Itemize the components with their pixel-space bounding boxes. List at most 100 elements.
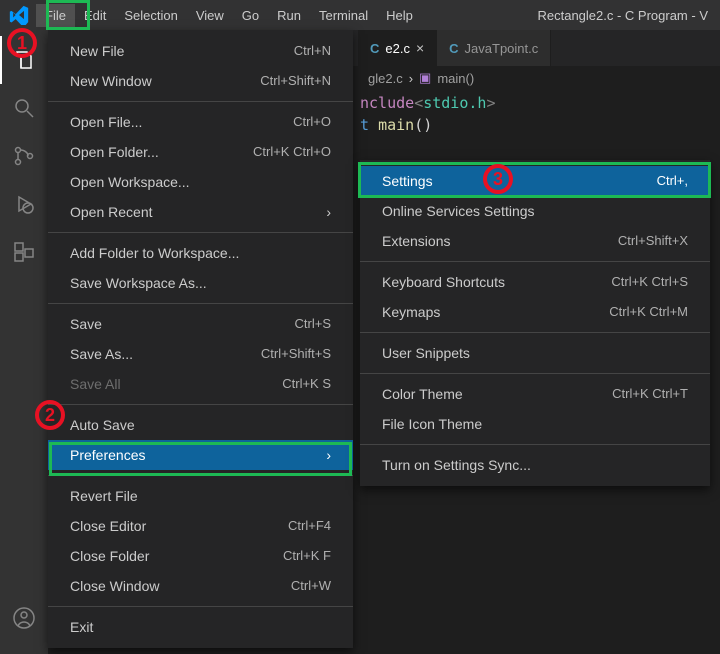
file-menu-item[interactable]: Exit [48, 612, 353, 642]
tab-rectangle2[interactable]: C e2.c × [358, 30, 437, 66]
menu-terminal[interactable]: Terminal [310, 4, 377, 27]
pref-menu-item[interactable]: KeymapsCtrl+K Ctrl+M [360, 297, 710, 327]
code-token: () [414, 116, 432, 134]
file-menu-item[interactable]: SaveCtrl+S [48, 309, 353, 339]
pref-menu-item[interactable]: Keyboard Shortcuts Ctrl+K Ctrl+S [360, 267, 710, 297]
accounts-icon[interactable] [0, 594, 48, 642]
pref-menu-item[interactable]: Turn on Settings Sync... [360, 450, 710, 480]
file-menu-separator [48, 404, 353, 405]
file-menu-item[interactable]: Close Folder Ctrl+K F [48, 541, 353, 571]
pref-menu-item[interactable]: File Icon Theme [360, 409, 710, 439]
file-menu-separator [48, 303, 353, 304]
chevron-right-icon: › [326, 445, 331, 465]
pref-menu-item[interactable]: User Snippets [360, 338, 710, 368]
file-menu-item[interactable]: Open File... Ctrl+O [48, 107, 353, 137]
file-menu-item[interactable]: Close Editor Ctrl+F4 [48, 511, 353, 541]
menu-item-label: Save Workspace As... [70, 273, 207, 293]
code-token: stdio.h [423, 94, 486, 112]
menu-item-shortcut: Ctrl+K Ctrl+O [253, 142, 331, 162]
menu-item-label: Color Theme [382, 384, 463, 404]
menu-help[interactable]: Help [377, 4, 422, 27]
menu-item-label: Keymaps [382, 302, 440, 322]
file-menu-item[interactable]: Revert File [48, 481, 353, 511]
menu-item-shortcut: Ctrl+N [294, 41, 331, 61]
file-menu-item[interactable]: Save As... Ctrl+Shift+S [48, 339, 353, 369]
menu-go[interactable]: Go [233, 4, 268, 27]
menu-item-shortcut: Ctrl+K S [282, 374, 331, 394]
menubar: File Edit Selection View Go Run Terminal… [0, 0, 720, 30]
chevron-right-icon: › [326, 202, 331, 222]
cube-icon: ▣ [419, 70, 431, 86]
tab-label: e2.c [385, 41, 410, 56]
menu-item-shortcut: Ctrl+O [293, 112, 331, 132]
file-menu-separator [48, 475, 353, 476]
menu-item-label: Open Folder... [70, 142, 159, 162]
breadcrumb-symbol[interactable]: main() [437, 71, 474, 86]
menu-item-label: Settings [382, 171, 433, 191]
menu-item-label: Save All [70, 374, 121, 394]
source-control-icon[interactable] [0, 132, 48, 180]
annotation-3: 3 [483, 164, 513, 194]
file-menu-item[interactable]: Add Folder to Workspace... [48, 238, 353, 268]
menu-item-label: File Icon Theme [382, 414, 482, 434]
file-menu-item[interactable]: Save Workspace As... [48, 268, 353, 298]
pref-menu-separator [360, 261, 710, 262]
menu-run[interactable]: Run [268, 4, 310, 27]
menu-item-label: Open Recent [70, 202, 153, 222]
menu-item-label: Close Window [70, 576, 159, 596]
vscode-logo-icon [6, 2, 32, 28]
pref-menu-item[interactable]: Color Theme Ctrl+K Ctrl+T [360, 379, 710, 409]
menu-selection[interactable]: Selection [115, 4, 186, 27]
menu-item-label: Open File... [70, 112, 142, 132]
file-menu-separator [48, 232, 353, 233]
close-icon[interactable]: × [416, 40, 424, 56]
pref-menu-separator [360, 332, 710, 333]
menu-item-label: Open Workspace... [70, 172, 190, 192]
activity-bar [0, 30, 48, 654]
menu-item-label: Add Folder to Workspace... [70, 243, 239, 263]
menu-item-label: Close Editor [70, 516, 146, 536]
file-menu-item[interactable]: Preferences› [48, 440, 353, 470]
menu-item-shortcut: Ctrl+K Ctrl+S [611, 272, 688, 292]
window-title: Rectangle2.c - C Program - V [537, 8, 714, 23]
file-menu-item[interactable]: Auto Save [48, 410, 353, 440]
file-menu-item[interactable]: New WindowCtrl+Shift+N [48, 66, 353, 96]
file-menu-item[interactable]: Close WindowCtrl+W [48, 571, 353, 601]
menu-item-label: New File [70, 41, 124, 61]
menu-item-label: Extensions [382, 231, 450, 251]
annotation-2: 2 [35, 400, 65, 430]
menu-item-shortcut: Ctrl+F4 [288, 516, 331, 536]
file-menu-item[interactable]: Open Workspace... [48, 167, 353, 197]
file-menu-separator [48, 101, 353, 102]
c-file-icon: C [370, 41, 379, 56]
menu-item-label: Close Folder [70, 546, 149, 566]
menu-item-shortcut: Ctrl+K F [283, 546, 331, 566]
menu-view[interactable]: View [187, 4, 233, 27]
code-token: nclude [360, 94, 414, 112]
menu-item-shortcut: Ctrl+Shift+S [261, 344, 331, 364]
file-menu-item[interactable]: Open Folder... Ctrl+K Ctrl+O [48, 137, 353, 167]
menu-item-shortcut: Ctrl+Shift+X [618, 231, 688, 251]
pref-menu-item[interactable]: Extensions Ctrl+Shift+X [360, 226, 710, 256]
pref-menu-item[interactable]: Settings Ctrl+, [360, 166, 710, 196]
tab-javatpoint[interactable]: C JavaTpoint.c [437, 30, 551, 66]
code-token: t [360, 116, 369, 134]
menu-item-shortcut: Ctrl+, [657, 171, 688, 191]
menu-item-label: Keyboard Shortcuts [382, 272, 505, 292]
run-debug-icon[interactable] [0, 180, 48, 228]
extensions-icon[interactable] [0, 228, 48, 276]
pref-menu-item[interactable]: Online Services Settings [360, 196, 710, 226]
menu-item-label: Save As... [70, 344, 133, 364]
menu-file[interactable]: File [36, 4, 75, 27]
file-menu-item[interactable]: New File Ctrl+N [48, 36, 353, 66]
file-menu-item: Save All Ctrl+K S [48, 369, 353, 399]
file-menu-separator [48, 606, 353, 607]
search-icon[interactable] [0, 84, 48, 132]
tab-label: JavaTpoint.c [465, 41, 539, 56]
file-menu-item[interactable]: Open Recent › [48, 197, 353, 227]
breadcrumb-file[interactable]: gle2.c [368, 71, 403, 86]
pref-menu-separator [360, 373, 710, 374]
menu-item-shortcut: Ctrl+S [295, 314, 331, 334]
menu-edit[interactable]: Edit [75, 4, 115, 27]
menu-item-shortcut: Ctrl+K Ctrl+T [612, 384, 688, 404]
